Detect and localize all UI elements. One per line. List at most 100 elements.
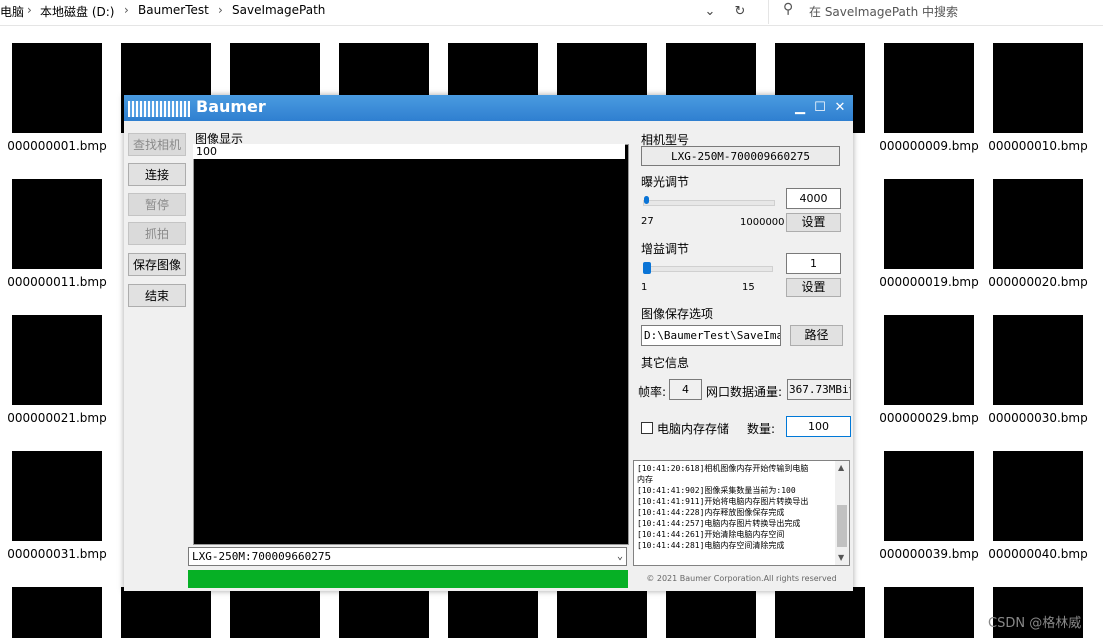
save-path-input[interactable]: D:\BaumerTest\SaveImagePath [641,325,781,346]
baumer-logo [128,101,190,117]
file-name[interactable]: 000000021.bmp [3,409,111,427]
refresh-icon[interactable]: ↻ [726,0,754,24]
exposure-group: 曝光调节 4000 27 1000000 设置 [633,172,850,234]
progress-bar [188,570,628,588]
camera-model-group: 相机型号 LXG-250M-700009660275 [633,128,850,168]
file-name[interactable]: 000000040.bmp [984,545,1092,563]
gain-input[interactable]: 1 [786,253,841,274]
chevron-down-icon[interactable]: ⌄ [696,0,724,24]
explorer-address-bar: 电脑 › 本地磁盘 (D:) › BaumerTest › SaveImageP… [0,0,1103,26]
file-name[interactable]: 000000030.bmp [984,409,1092,427]
find-camera-button[interactable]: 查找相机 [128,133,186,156]
chevron-down-icon[interactable]: ▼ [838,553,844,562]
file-thumbnail[interactable] [993,451,1083,541]
file-name[interactable]: 000000020.bmp [984,273,1092,291]
browse-path-button[interactable]: 路径 [790,325,843,346]
file-thumbnail[interactable] [884,587,974,638]
gain-max: 15 [742,282,755,293]
breadcrumb-pc[interactable]: 电脑 [0,3,24,20]
log-line: 内存 [637,475,653,484]
memory-storage-label: 电脑内存存储 [657,422,730,436]
breadcrumb-saveimagepath[interactable]: SaveImagePath [232,3,325,17]
chevron-right-icon: › [27,3,32,17]
breadcrumb-baumertest[interactable]: BaumerTest [138,3,209,17]
other-info-group: 其它信息 帧率: 4 网口数据通量: 367.73MBit/s 电脑内存存储 数… [633,353,851,453]
file-thumbnail[interactable] [121,587,211,638]
snapshot-button[interactable]: 抓拍 [128,222,186,245]
title-bar[interactable]: Baumer ▁ ☐ ✕ [124,95,853,121]
file-thumbnail[interactable] [884,179,974,269]
file-thumbnail[interactable] [993,43,1083,133]
file-thumbnail[interactable] [339,587,429,638]
count-label: 数量: [747,422,776,436]
file-name[interactable]: 000000031.bmp [3,545,111,563]
exposure-slider-track[interactable] [643,200,775,206]
chevron-right-icon: › [218,3,223,17]
file-thumbnail[interactable] [557,587,647,638]
gain-set-button[interactable]: 设置 [786,278,841,297]
file-thumbnail[interactable] [230,587,320,638]
file-thumbnail[interactable] [884,315,974,405]
fps-field: 4 [669,379,702,400]
file-name[interactable]: 000000011.bmp [3,273,111,291]
chevron-down-icon: ⌄ [616,551,623,562]
search-input[interactable]: ⚲ 在 SaveImagePath 中搜索 [768,0,1103,24]
control-sidebar: 查找相机 连接 暂停 抓拍 保存图像 结束 [124,121,188,591]
bandwidth-field: 367.73MBit/s [787,379,851,400]
file-name[interactable]: 000000001.bmp [3,137,111,155]
log-box[interactable]: [10:41:20:618]相机图像内存开始传输到电脑 内存 [10:41:41… [633,460,850,566]
chevron-up-icon[interactable]: ▲ [838,463,844,472]
exposure-label: 曝光调节 [641,175,690,189]
file-name[interactable]: 000000010.bmp [984,137,1092,155]
connect-button[interactable]: 连接 [128,163,186,186]
file-thumbnail[interactable] [666,587,756,638]
file-thumbnail[interactable] [993,179,1083,269]
file-thumbnail[interactable] [448,587,538,638]
exposure-slider-thumb[interactable] [643,196,649,204]
log-line: [10:41:20:618]相机图像内存开始传输到电脑 [637,464,809,473]
file-thumbnail[interactable] [12,451,102,541]
scrollbar-thumb[interactable] [837,505,847,547]
bandwidth-label: 网口数据通量: [706,385,783,399]
gain-slider-track[interactable] [643,266,773,272]
pause-button[interactable]: 暂停 [128,193,186,216]
exposure-min: 27 [641,216,654,227]
file-name[interactable]: 000000039.bmp [875,545,983,563]
count-input[interactable]: 100 [786,416,851,437]
search-icon: ⚲ [783,1,794,17]
log-line: [10:41:44:261]开始清除电脑内存空间 [637,530,785,539]
file-thumbnail[interactable] [12,43,102,133]
file-thumbnail[interactable] [12,315,102,405]
chevron-right-icon: › [124,3,129,17]
maximize-icon[interactable]: ☐ [810,98,830,118]
minimize-icon[interactable]: ▁ [790,98,810,118]
camera-model-field: LXG-250M-700009660275 [641,146,840,166]
file-name[interactable]: 000000019.bmp [875,273,983,291]
camera-select[interactable]: LXG-250M:700009660275 ⌄ [188,547,627,566]
log-scrollbar[interactable]: ▲ ▼ [835,461,849,565]
gain-min: 1 [641,282,648,293]
breadcrumb-drive[interactable]: 本地磁盘 (D:) [40,3,114,20]
fps-label: 帧率: [638,385,667,399]
memory-storage-checkbox[interactable] [641,422,653,434]
exposure-set-button[interactable]: 设置 [786,213,841,232]
gain-group: 增益调节 1 1 15 设置 [633,239,850,301]
log-line: [10:41:41:911]开始将电脑内存图片转换导出 [637,497,809,506]
save-options-label: 图像保存选项 [641,307,714,321]
file-thumbnail[interactable] [12,587,102,638]
file-name[interactable]: 000000029.bmp [875,409,983,427]
file-thumbnail[interactable] [993,315,1083,405]
image-display [193,144,629,545]
end-button[interactable]: 结束 [128,284,186,307]
camera-select-value: LXG-250M:700009660275 [192,550,332,563]
file-thumbnail[interactable] [12,179,102,269]
file-thumbnail[interactable] [775,587,865,638]
file-thumbnail[interactable] [884,43,974,133]
file-thumbnail[interactable] [884,451,974,541]
save-image-button[interactable]: 保存图像 [128,253,186,276]
log-line: [10:41:44:257]电脑内存图片转换导出完成 [637,519,801,528]
file-name[interactable]: 000000009.bmp [875,137,983,155]
close-icon[interactable]: ✕ [830,98,850,118]
exposure-input[interactable]: 4000 [786,188,841,209]
gain-slider-thumb[interactable] [643,262,651,274]
